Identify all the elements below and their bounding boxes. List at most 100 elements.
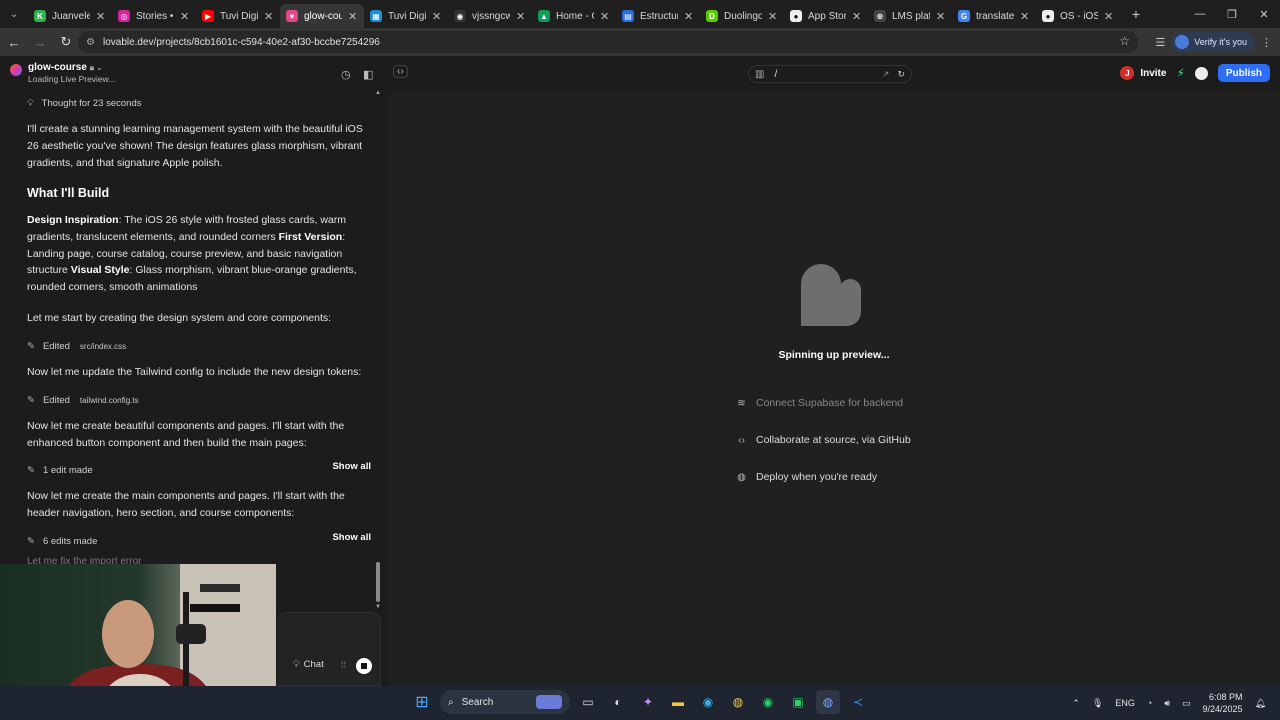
- browser-tab[interactable]: ◉ vjssngcwm ✕: [448, 4, 532, 28]
- browser-tab[interactable]: ♥ glow-cour ✕: [280, 4, 364, 28]
- voice-icon[interactable]: ⁞⁞: [341, 660, 346, 670]
- tab-close-icon[interactable]: ✕: [1020, 10, 1030, 23]
- bookmark-star-icon[interactable]: ☆: [1119, 34, 1130, 48]
- tab-label: Home - G: [556, 10, 594, 22]
- open-external-icon[interactable]: ↗: [882, 69, 890, 80]
- show-all-button[interactable]: Show all: [332, 532, 371, 543]
- thought-indicator[interactable]: 💡︎ Thought for 23 seconds: [27, 98, 141, 109]
- tab-close-icon[interactable]: ✕: [348, 10, 358, 23]
- back-arrow-icon[interactable]: ←: [2, 30, 26, 54]
- chat-scrollbar[interactable]: ▲ ▼: [375, 90, 381, 612]
- tab-close-icon[interactable]: ✕: [264, 10, 274, 23]
- new-tab-plus-icon[interactable]: +: [1124, 2, 1148, 26]
- browser-tab[interactable]: D Duolingo ✕: [700, 4, 784, 28]
- feature-item[interactable]: ◍ Deploy when you're ready: [736, 471, 877, 483]
- publish-button[interactable]: Publish: [1217, 64, 1270, 82]
- wifi-icon[interactable]: ◔: [1147, 698, 1152, 708]
- edit-row-tailwind-config[interactable]: ✎ Edited tailwind.config.ts: [27, 393, 371, 407]
- microphone-icon[interactable]: 🎙︎: [1092, 698, 1103, 709]
- project-menu[interactable]: glow-course 🔒︎ ⌄ Loading Live Preview...: [10, 62, 115, 84]
- task-view-icon[interactable]: ▭: [576, 690, 600, 714]
- tab-close-icon[interactable]: ✕: [600, 10, 610, 23]
- edit-file-icon: ✎: [27, 464, 35, 476]
- tab-close-icon[interactable]: ✕: [1104, 10, 1114, 23]
- tab-close-icon[interactable]: ✕: [432, 10, 442, 23]
- clock[interactable]: 6:08 PM 9/24/2025: [1203, 691, 1243, 715]
- site-info-icon[interactable]: ⚙: [86, 37, 95, 48]
- close-window-icon[interactable]: ✕: [1248, 0, 1280, 28]
- browser-tab[interactable]: K Juanvelez ✕: [28, 4, 112, 28]
- chrome-active-icon[interactable]: ◍: [816, 690, 840, 714]
- copilot-icon[interactable]: ✦: [636, 690, 660, 714]
- screen: ⌄ K Juanvelez ✕ ◎ Stories • In ✕ ▶ Tuvi Digita ✕…: [0, 0, 1280, 720]
- address-bar[interactable]: ⚙ lovable.dev/projects/8cb1601c-c594-40e…: [78, 31, 1138, 53]
- tab-close-icon[interactable]: ✕: [96, 10, 106, 23]
- feature-item[interactable]: ≋ Connect Supabase for backend: [736, 397, 903, 409]
- reload-icon[interactable]: ↻: [54, 30, 78, 54]
- browser-tab[interactable]: Gtranslate ✕: [952, 4, 1036, 28]
- browser-menu-icon[interactable]: ⋮: [1261, 36, 1272, 49]
- app-header: glow-course 🔒︎ ⌄ Loading Live Preview...…: [0, 56, 1280, 90]
- edit-row-index-css[interactable]: ✎ Edited src/index.css: [27, 339, 371, 353]
- tab-close-icon[interactable]: ✕: [936, 10, 946, 23]
- stop-generation-button[interactable]: [356, 658, 372, 674]
- scroll-down-icon[interactable]: ▼: [375, 604, 381, 610]
- file-explorer-icon[interactable]: ▬: [666, 690, 690, 714]
- tab-close-icon[interactable]: ✕: [852, 10, 862, 23]
- browser-tab[interactable]: ▤ Estructura ✕: [616, 4, 700, 28]
- refresh-preview-icon[interactable]: ↻: [897, 69, 905, 80]
- minimize-icon[interactable]: —: [1184, 0, 1216, 28]
- tab-close-icon[interactable]: ✕: [684, 10, 694, 23]
- notifications-bell-icon[interactable]: 🔔︎: [1255, 698, 1266, 709]
- scroll-up-icon[interactable]: ▲: [375, 90, 381, 96]
- restore-icon[interactable]: ❐: [1216, 0, 1248, 28]
- browser-tab[interactable]: ◎ Stories • In ✕: [112, 4, 196, 28]
- github-icon[interactable]: [1194, 66, 1208, 80]
- verify-profile-button[interactable]: Verify it's you: [1171, 32, 1255, 52]
- history-icon[interactable]: ◷: [341, 68, 351, 81]
- forward-arrow-icon[interactable]: →: [28, 30, 52, 54]
- language-indicator[interactable]: ENG: [1115, 698, 1135, 708]
- chat-mode-button[interactable]: 💡︎ Chat: [293, 659, 324, 670]
- lock-icon: 🔒︎ ⌄: [89, 63, 103, 72]
- chrome-icon[interactable]: ◍: [726, 690, 750, 714]
- spotify-icon[interactable]: ◉: [756, 690, 780, 714]
- taskbar-search[interactable]: ⌕ Search: [440, 690, 570, 714]
- message-design-system: Let me start by creating the design syst…: [27, 312, 332, 324]
- tab-close-icon[interactable]: ✕: [768, 10, 778, 23]
- sidebar-toggle-icon[interactable]: ◧: [363, 68, 373, 81]
- alien-app-icon[interactable]: ◐: [606, 690, 630, 714]
- browser-tab-strip: ⌄ K Juanvelez ✕ ◎ Stories • In ✕ ▶ Tuvi Digita ✕…: [0, 0, 1280, 28]
- code-view-icon[interactable]: ‹›: [393, 65, 408, 78]
- build-heading: What I'll Build: [27, 186, 110, 200]
- tray-chevron-icon[interactable]: ⌃: [1072, 698, 1080, 709]
- app-green-icon[interactable]: ▣: [786, 690, 810, 714]
- tab-close-icon[interactable]: ✕: [516, 10, 526, 23]
- browser-tab[interactable]: ▶ Tuvi Digita ✕: [196, 4, 280, 28]
- browser-tab[interactable]: ● OS - iOS 2 ✕: [1036, 4, 1120, 28]
- browser-tab[interactable]: ▲ Home - G ✕: [532, 4, 616, 28]
- volume-icon[interactable]: 🔊︎: [1164, 698, 1170, 709]
- invite-button[interactable]: J Invite: [1120, 66, 1166, 80]
- vscode-icon[interactable]: ≺: [846, 690, 870, 714]
- edge-icon[interactable]: ◉: [696, 690, 720, 714]
- browser-tab[interactable]: ● App Store ✕: [784, 4, 868, 28]
- edits-summary-2: ✎ 6 edits made Show all: [27, 532, 371, 548]
- tab-favicon-icon: ◉: [454, 10, 466, 22]
- edits-count: 1 edit made: [42, 464, 93, 476]
- show-all-button[interactable]: Show all: [332, 461, 371, 472]
- browser-tab[interactable]: ⊛ LMS platf ✕: [868, 4, 952, 28]
- tab-search-chevron-icon[interactable]: ⌄: [0, 0, 28, 28]
- start-windows-icon[interactable]: ⊞: [410, 690, 434, 714]
- chat-input-box[interactable]: 💡︎ Chat ⁞⁞: [277, 612, 381, 686]
- tab-close-icon[interactable]: ✕: [180, 10, 190, 23]
- feature-item[interactable]: ‹› Collaborate at source, via GitHub: [736, 434, 911, 446]
- browser-tab[interactable]: ▦ Tuvi Digita ✕: [364, 4, 448, 28]
- battery-icon[interactable]: ▭: [1182, 698, 1191, 709]
- supabase-bolt-icon[interactable]: ⚡︎: [1176, 66, 1184, 80]
- preview-device-icon[interactable]: ▥: [755, 69, 764, 80]
- preview-route-bar[interactable]: ▥ / ↗ ↻: [748, 65, 912, 83]
- scroll-thumb[interactable]: [376, 562, 380, 602]
- tab-groups-icon[interactable]: ☰: [1155, 36, 1165, 49]
- message-main-components: Now let me create the main components an…: [27, 490, 345, 519]
